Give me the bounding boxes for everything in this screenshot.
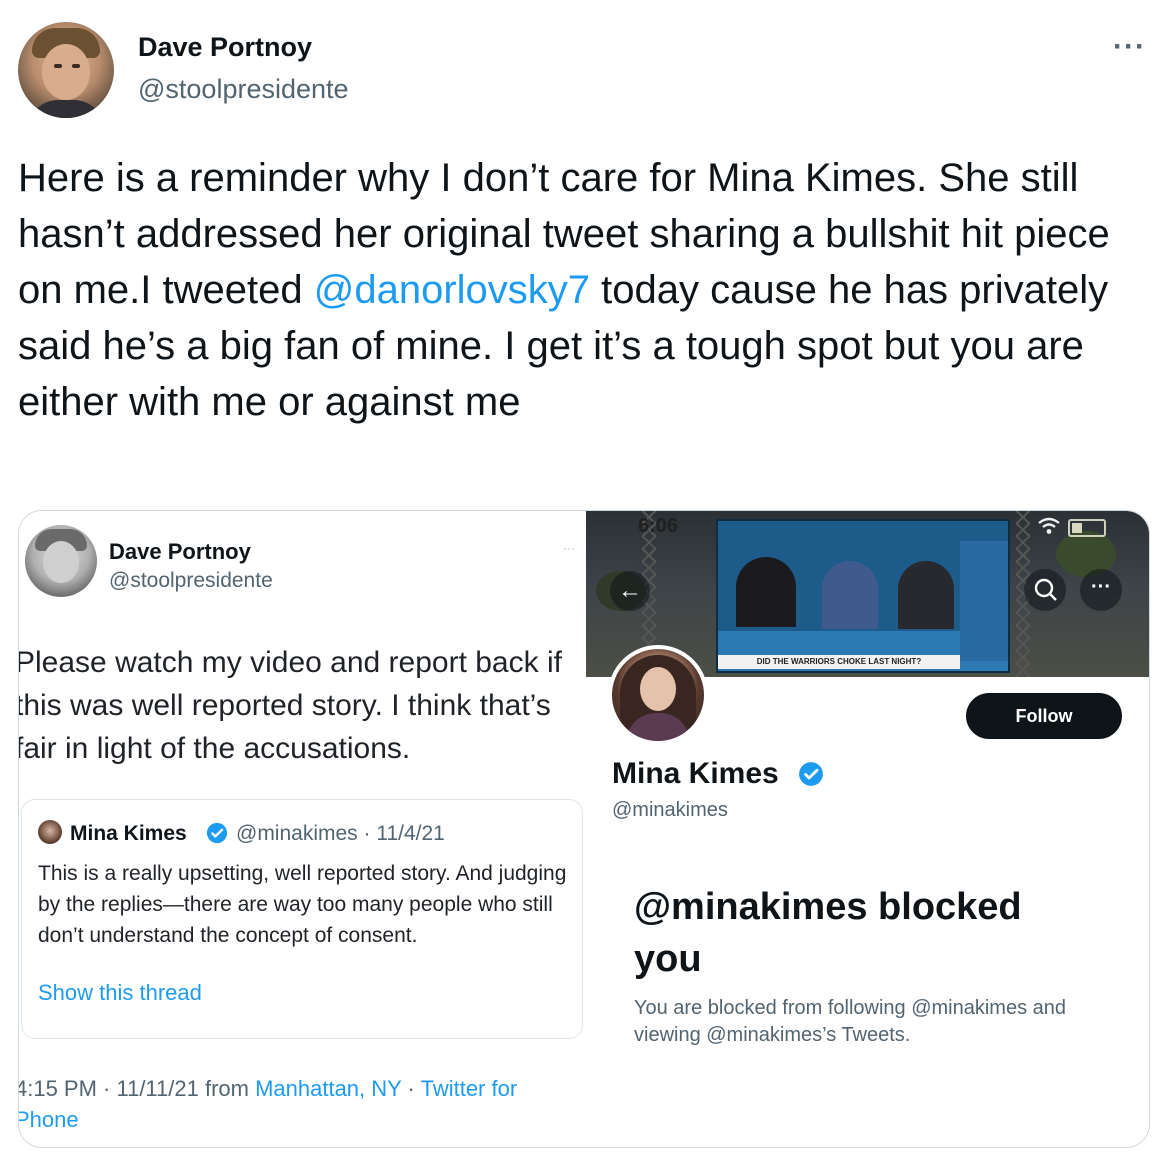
embedded-footer: 4:15 PM · 11/11/21 from Manhattan, NY · … — [18, 1073, 575, 1135]
embedded-author-avatar — [25, 525, 97, 597]
quoted-author-name: Mina Kimes — [70, 822, 187, 845]
profile-more-icon: ··· — [1080, 569, 1122, 611]
show-thread-link: Show this thread — [38, 980, 202, 1005]
profile-handle: @minakimes — [612, 799, 728, 821]
banner-tv-screen: DID THE WARRIORS CHOKE LAST NIGHT? — [716, 519, 1010, 673]
embedded-more-icon: ··· — [563, 541, 575, 555]
author-avatar[interactable] — [18, 22, 114, 118]
footer-sep: · — [401, 1076, 421, 1101]
footer-time: 4:15 PM · 11/11/21 from — [18, 1076, 256, 1101]
back-arrow-icon: ← — [610, 571, 650, 611]
banner-caption: DID THE WARRIORS CHOKE LAST NIGHT? — [718, 655, 960, 669]
embedded-author-name: Dave Portnoy — [109, 539, 251, 564]
embedded-author-handle: @stoolpresidente — [109, 569, 273, 592]
quoted-tweet: Mina Kimes @minakimes · 11/4/21 This is … — [21, 799, 583, 1039]
screenshot-left: Dave Portnoy @stoolpresidente ··· Please… — [19, 511, 585, 1147]
tweet-text: Here is a reminder why I don’t care for … — [18, 150, 1158, 430]
verified-badge-icon — [799, 762, 823, 786]
screenshot-right: DID THE WARRIORS CHOKE LAST NIGHT? 6:06 … — [586, 511, 1149, 1147]
author-name[interactable]: Dave Portnoy — [138, 32, 312, 63]
verified-badge-icon — [206, 822, 228, 844]
quoted-author-avatar — [38, 820, 62, 844]
wifi-icon — [1038, 517, 1060, 534]
follow-button: Follow — [966, 693, 1122, 739]
blocked-title: @minakimes blocked you — [634, 886, 1022, 980]
tweet-media[interactable]: Dave Portnoy @stoolpresidente ··· Please… — [18, 510, 1150, 1148]
quoted-text: This is a really upsetting, well reporte… — [38, 862, 567, 947]
author-handle[interactable]: @stoolpresidente — [138, 74, 349, 105]
quoted-meta: @minakimes · 11/4/21 — [236, 822, 445, 845]
footer-location: Manhattan, NY — [255, 1076, 402, 1101]
search-icon — [1024, 569, 1066, 611]
battery-icon — [1068, 519, 1106, 537]
profile-name: Mina Kimes — [612, 757, 779, 790]
more-options-icon[interactable]: ··· — [1113, 30, 1146, 64]
profile-avatar — [608, 645, 708, 745]
status-time: 6:06 — [638, 515, 679, 537]
embedded-tweet-text: Please watch my video and report back if… — [18, 646, 562, 765]
blocked-subtitle: You are blocked from following @minakime… — [634, 997, 1067, 1046]
mention-link[interactable]: @danorlovsky7 — [314, 268, 590, 312]
